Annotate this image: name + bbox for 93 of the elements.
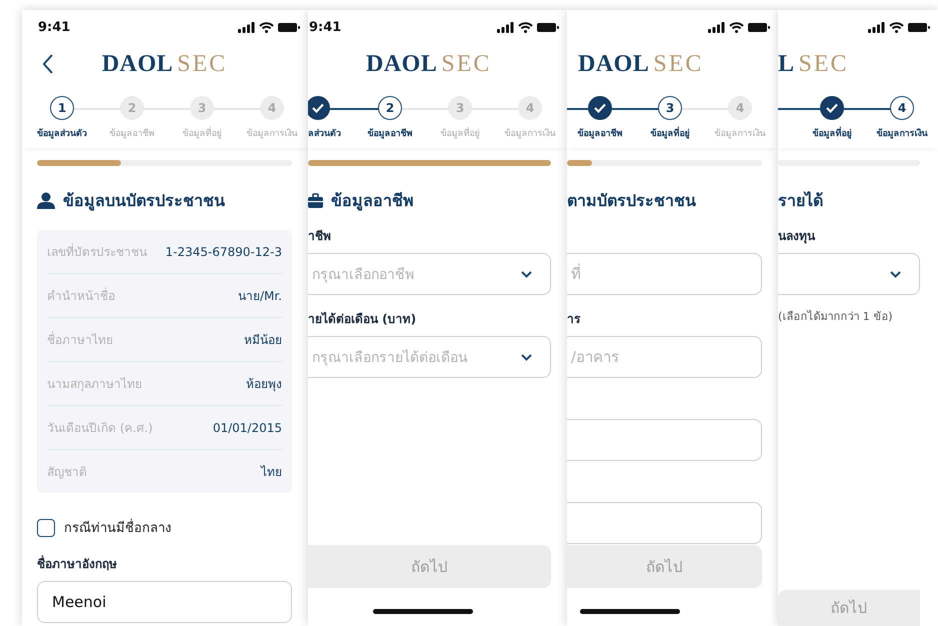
logo: DAOL SEC [366,50,492,78]
step-item[interactable]: 3 ข้อมูลที่อยู่ [635,84,705,148]
step-number: 4 [728,96,752,120]
step-item[interactable]: ลส่วนตัว [308,84,355,148]
wifi-icon [259,22,274,32]
info-label: คำนำหน้าชื่อ [47,286,115,305]
info-value: หมีน้อย [244,332,282,349]
step-label: ข้อมูลการเงิน [246,128,298,140]
step-item[interactable]: 4 ข้อมูลการเงิน [867,84,937,148]
step-number: 2 [120,96,144,120]
dropdown-field[interactable]: กรุณาเลือกอาชีพ [308,253,551,295]
step-number: 3 [190,96,214,120]
step-label: ข้อมูลการเงิน [714,128,766,140]
signal-icon [708,22,725,32]
logo: DAOL SEC [578,50,704,78]
text-field[interactable]: ที่ [567,253,762,295]
chevron-down-icon [521,270,532,278]
back-icon[interactable] [42,54,54,74]
step-label: ข้อมูลที่อยู่ [650,126,690,140]
step-label: ข้อมูลที่อยู่ [182,126,222,140]
info-label: วันเดือนปีเกิด (ค.ศ.) [47,420,153,437]
battery-icon [748,22,770,32]
step-item[interactable]: 1 ข้อมูลส่วนตัว [27,84,97,148]
checkbox[interactable] [37,518,55,536]
step-label: ข้อมูลการเงิน [876,127,928,140]
step-number: 3 [448,96,472,120]
checkbox-label: กรณีท่านมีชื่อกลาง [64,517,171,538]
chevron-down-icon [890,270,901,278]
step-item[interactable]: 3 ข้อมูลที่อยู่ [425,84,495,148]
step-item[interactable]: ข้อมูลที่อยู่ [797,84,867,148]
signal-icon [868,22,885,32]
field-label: าร [567,310,580,328]
field-label: ชื่อภาษาอังกฤษ [37,554,117,572]
check-icon [820,96,844,120]
field-label: นลงทุน [778,228,815,244]
dropdown-field[interactable] [778,253,920,295]
wifi-icon [889,22,904,32]
info-value: ห้อยพุง [246,376,282,393]
step-number: 4 [518,96,542,120]
info-value: ไทย [261,464,282,481]
step-label: ข้อมูลอาชีพ [110,128,154,140]
dropdown-field[interactable]: กรุณาเลือกรายได้ต่อเดือน [308,336,551,378]
step-number: 1 [50,96,74,120]
info-label: นามสกุลภาษาไทย [47,376,142,393]
wifi-icon [518,22,533,32]
person-icon [37,192,55,208]
step-number: 3 [658,96,682,120]
step-item[interactable]: 4 ข้อมูลการเงิน [237,84,307,148]
info-value: 01/01/2015 [212,420,282,434]
section-heading: ข้อมูลอาชีพ [331,190,414,212]
text-field[interactable] [567,419,762,461]
step-item[interactable]: 4 ข้อมูลการเงิน [705,84,775,148]
step-label: ข้อมูลอาชีพ [368,127,412,140]
step-label: ข้อมูลอาชีพ [578,127,622,140]
section-heading: รายได้ [778,190,823,212]
wifi-icon [729,22,744,32]
info-label: ชื่อภาษาไทย [47,330,113,349]
status-time: 9:41 [38,20,70,34]
info-value: นาย/Mr. [238,288,282,305]
section-heading: ข้อมูลบนบัตรประชาชน [63,190,225,212]
chevron-down-icon [521,354,532,360]
text-field[interactable]: Meenoi [37,581,292,623]
step-label: ข้อมูลการเงิน [504,128,556,140]
info-label: สัญชาติ [47,464,87,481]
signal-icon [497,22,514,32]
step-item[interactable]: 4 ข้อมูลการเงิน [495,84,565,148]
step-item[interactable]: 2 ข้อมูลอาชีพ [355,84,425,148]
check-icon [588,96,612,120]
step-number: 4 [260,96,284,120]
step-number: 2 [378,96,402,120]
text-field[interactable]: /อาคาร [567,336,762,378]
battery-icon [278,22,300,32]
step-label: ลส่วนตัว [308,128,341,140]
step-item[interactable]: ข้อมูลอาชีพ [567,84,635,148]
field-label: าชีพ [308,228,331,244]
step-number: 4 [890,96,914,120]
step-label: ข้อมูลที่อยู่ [812,126,852,140]
field-label: ายได้ต่อเดือน (บาท) [308,310,416,328]
signal-icon [238,22,255,32]
logo: L SEC [778,50,849,78]
logo: DAOL SEC [102,50,228,78]
info-value: 1-2345-67890-12-3 [165,244,282,258]
battery-icon [537,22,559,32]
info-label: เลขที่บัตรประชาชน [47,242,147,261]
text-field[interactable] [567,502,762,544]
step-label: ข้อมูลที่อยู่ [440,126,480,140]
battery-icon [908,22,930,32]
step-item[interactable]: 3 ข้อมูลที่อยู่ [167,84,237,148]
hint-text: (เลือกได้มากกว่า 1 ข้อ) [778,309,894,325]
step-item[interactable]: 2 ข้อมูลอาชีพ [97,84,167,148]
section-heading: ตามบัตรประชาชน [567,190,696,212]
step-label: ข้อมูลส่วนตัว [37,127,87,140]
status-time: 9:41 [309,20,342,34]
